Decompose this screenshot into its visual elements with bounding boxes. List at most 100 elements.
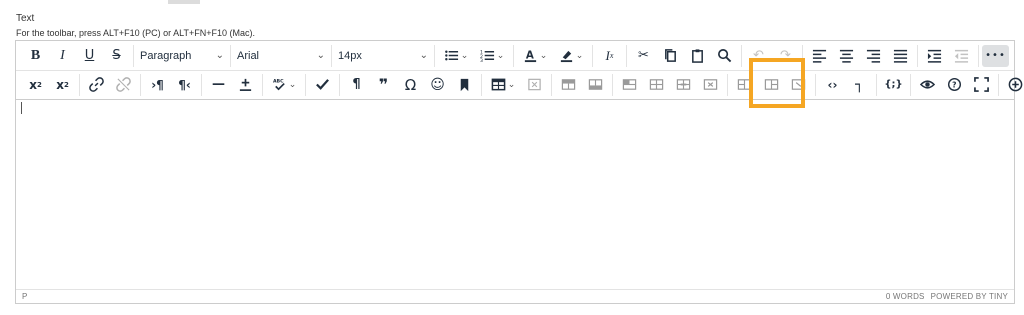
align-justify-icon[interactable] bbox=[887, 45, 914, 67]
merge-cells-icon[interactable] bbox=[731, 74, 758, 96]
chevron-down-icon: ⌄ bbox=[215, 50, 224, 61]
template-group: {;} bbox=[877, 73, 911, 96]
blockquote-icon[interactable]: ❞ bbox=[370, 74, 397, 96]
block-format-value: Paragraph bbox=[140, 49, 192, 62]
code-group: ‹› ┐ bbox=[816, 73, 877, 96]
chevron-down-icon: ⌄ bbox=[575, 50, 584, 61]
clear-formatting-icon[interactable]: Ix bbox=[596, 45, 623, 67]
add-content-icon[interactable] bbox=[1002, 74, 1024, 96]
svg-text:ABC: ABC bbox=[273, 79, 284, 85]
insert-col-before-icon[interactable] bbox=[643, 74, 670, 96]
underline-icon[interactable]: U bbox=[76, 45, 103, 67]
a11y-group bbox=[306, 73, 340, 96]
bullet-list-icon[interactable]: ⌄ bbox=[438, 45, 474, 67]
strikethrough-icon[interactable]: S bbox=[103, 45, 130, 67]
link-icon[interactable] bbox=[83, 74, 110, 96]
subscript-icon[interactable]: x2 bbox=[49, 74, 76, 96]
field-label: Text bbox=[16, 13, 35, 24]
find-replace-icon[interactable] bbox=[711, 45, 738, 67]
emoji-icon[interactable]: ☺ bbox=[424, 74, 451, 96]
split-cells-icon[interactable] bbox=[758, 74, 785, 96]
toolbar-row-2: x2 x2 ›¶ ¶‹ — ABC ⌄ ¶ ❞ Ω ☺ ⌄ ‹› ┐ {;} ? bbox=[16, 70, 1023, 100]
element-path[interactable]: P bbox=[22, 292, 28, 301]
scrollbar-stub bbox=[168, 0, 200, 4]
numbered-list-icon[interactable]: 123 ⌄ bbox=[474, 45, 510, 67]
cell-props-icon[interactable] bbox=[785, 74, 812, 96]
undo-icon[interactable]: ↶ bbox=[745, 45, 772, 67]
status-right: 0 WORDS POWERED BY TINY bbox=[886, 292, 1008, 301]
text-color-icon[interactable]: A ⌄ bbox=[517, 45, 553, 67]
more-icon[interactable]: ••• bbox=[982, 44, 1009, 67]
indent-group bbox=[918, 44, 979, 67]
cell-group bbox=[728, 73, 816, 96]
code-sample-icon[interactable]: ┐ bbox=[846, 74, 873, 96]
copy-icon[interactable] bbox=[657, 45, 684, 67]
insert-col-after-icon[interactable] bbox=[670, 74, 697, 96]
view-group: ? bbox=[911, 73, 999, 96]
block-format-select[interactable]: Paragraph ⌄ bbox=[134, 45, 230, 67]
insert-math-icon[interactable] bbox=[232, 74, 259, 96]
word-count[interactable]: 0 WORDS bbox=[886, 292, 925, 301]
delete-row-icon[interactable] bbox=[616, 74, 643, 96]
indent-icon[interactable] bbox=[921, 45, 948, 67]
table-group: ⌄ bbox=[482, 73, 552, 96]
table-icon[interactable]: ⌄ bbox=[485, 74, 521, 96]
bold-icon[interactable]: B bbox=[22, 45, 49, 67]
accessibility-check-icon[interactable] bbox=[309, 74, 336, 96]
unlink-icon[interactable] bbox=[110, 74, 137, 96]
link-group bbox=[80, 73, 141, 96]
rtl-icon[interactable]: ¶‹ bbox=[171, 74, 198, 96]
insert-group-2: ¶ ❞ Ω ☺ bbox=[340, 73, 482, 96]
align-right-icon[interactable] bbox=[860, 45, 887, 67]
paragraph-mark-icon[interactable]: ¶ bbox=[343, 74, 370, 96]
clear-group: Ix bbox=[593, 44, 627, 67]
insert-row-after-icon[interactable] bbox=[582, 74, 609, 96]
font-size-value: 14px bbox=[338, 49, 362, 62]
paste-icon[interactable] bbox=[684, 45, 711, 67]
highlight-color-icon[interactable]: ⌄ bbox=[553, 45, 589, 67]
rich-text-editor: B I U S Paragraph ⌄ Arial ⌄ 14px ⌄ ⌄ 1 2… bbox=[15, 40, 1023, 304]
spellcheck-icon[interactable]: ABC ⌄ bbox=[266, 74, 302, 96]
horizontal-rule-icon[interactable]: — bbox=[205, 74, 232, 96]
block-format-group: Paragraph ⌄ bbox=[134, 44, 231, 67]
special-char-icon[interactable]: Ω bbox=[397, 74, 424, 96]
outdent-icon[interactable] bbox=[948, 45, 975, 67]
chevron-down-icon: ⌄ bbox=[539, 50, 548, 61]
col-group bbox=[613, 73, 728, 96]
font-family-group: Arial ⌄ bbox=[231, 44, 332, 67]
spell-group: ABC ⌄ bbox=[263, 73, 306, 96]
align-center-icon[interactable] bbox=[833, 45, 860, 67]
powered-by-link[interactable]: POWERED BY TINY bbox=[931, 292, 1008, 301]
redo-icon[interactable]: ↷ bbox=[772, 45, 799, 67]
align-group bbox=[803, 44, 918, 67]
svg-text:A: A bbox=[526, 49, 534, 61]
direction-group: ›¶ ¶‹ bbox=[141, 73, 202, 96]
template-icon[interactable]: {;} bbox=[880, 74, 907, 96]
svg-text:?: ? bbox=[952, 80, 956, 89]
help-icon[interactable]: ? bbox=[941, 74, 968, 96]
delete-table-icon[interactable] bbox=[521, 74, 548, 96]
chevron-down-icon: ⌄ bbox=[419, 50, 428, 61]
font-family-select[interactable]: Arial ⌄ bbox=[231, 45, 331, 67]
delete-col-icon[interactable] bbox=[697, 74, 724, 96]
more-group: ••• bbox=[979, 44, 1012, 67]
chevron-down-icon: ⌄ bbox=[496, 50, 505, 61]
fullscreen-icon[interactable] bbox=[968, 74, 995, 96]
cut-icon[interactable]: ✂ bbox=[630, 45, 657, 67]
font-size-select[interactable]: 14px ⌄ bbox=[332, 45, 434, 67]
bookmark-icon[interactable] bbox=[451, 74, 478, 96]
preview-icon[interactable] bbox=[914, 74, 941, 96]
source-code-icon[interactable]: ‹› bbox=[819, 74, 846, 96]
superscript-icon[interactable]: x2 bbox=[22, 74, 49, 96]
clipboard-group: ✂ bbox=[627, 44, 742, 67]
toolbar-hint: For the toolbar, press ALT+F10 (PC) or A… bbox=[16, 28, 256, 38]
chevron-down-icon: ⌄ bbox=[460, 50, 469, 61]
italic-icon[interactable]: I bbox=[49, 45, 76, 67]
ltr-icon[interactable]: ›¶ bbox=[144, 74, 171, 96]
svg-text:3: 3 bbox=[480, 58, 483, 63]
color-group: A ⌄ ⌄ bbox=[514, 44, 593, 67]
status-bar: P 0 WORDS POWERED BY TINY bbox=[16, 289, 1014, 303]
insert-row-before-icon[interactable] bbox=[555, 74, 582, 96]
align-left-icon[interactable] bbox=[806, 45, 833, 67]
list-group: ⌄ 123 ⌄ bbox=[435, 44, 514, 67]
